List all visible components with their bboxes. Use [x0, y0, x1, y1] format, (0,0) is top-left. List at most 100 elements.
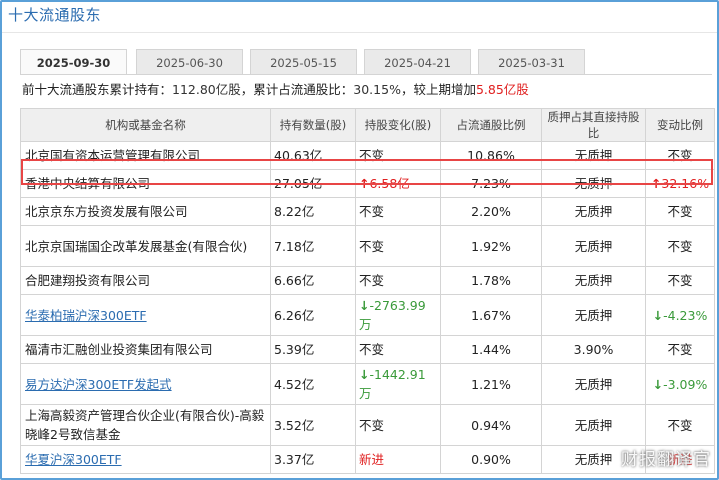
holding-amount: 7.18亿	[274, 238, 315, 254]
cell-pledge: 无质押	[541, 363, 646, 405]
cell-holder-name: 华夏沪深300ETF	[20, 445, 271, 474]
summary-ratio: 30.15%	[353, 82, 401, 97]
table-row: 北京国有资本运营管理有限公司 40.63亿 不变 10.86% 无质押 不变	[20, 141, 715, 170]
top-shareholders-panel: 十大流通股东 2025-09-30 2025-06-30 2025-05-15 …	[0, 0, 719, 480]
cell-float-ratio: 10.86%	[440, 141, 542, 170]
holding-amount: 6.66亿	[274, 273, 315, 288]
tab-period-1[interactable]: 2025-09-30	[20, 49, 127, 75]
pledge-ratio: 无质押	[574, 204, 613, 219]
arrow-up-icon: ↑	[650, 176, 662, 191]
cell-pledge: 无质押	[541, 141, 646, 170]
holding-change: 不变	[359, 273, 385, 288]
cell-holder-name: 北京国有资本运营管理有限公司	[20, 141, 271, 170]
holder-name: 北京京东方投资发展有限公司	[25, 204, 188, 219]
cell-holder-name: 易方达沪深300ETF发起式	[20, 363, 271, 405]
change-pct: 不变	[667, 417, 693, 433]
tab-period-4[interactable]: 2025-04-21	[364, 49, 471, 75]
holder-name: 福清市汇融创业投资集团有限公司	[25, 342, 213, 357]
holding-amount: 3.37亿	[274, 452, 315, 467]
period-tabs: 2025-09-30 2025-06-30 2025-05-15 2025-04…	[20, 49, 700, 75]
cell-float-ratio: 1.67%	[440, 294, 542, 336]
cell-float-ratio: 0.90%	[440, 445, 542, 474]
table-row: 华夏沪深300ETF 3.37亿 新进 0.90% 无质押 新进	[20, 445, 715, 474]
pledge-ratio: 无质押	[574, 273, 613, 288]
cell-holder-name: 北京京东方投资发展有限公司	[20, 197, 271, 226]
cell-float-ratio: 7.23%	[440, 169, 542, 198]
holder-name: 香港中央结算有限公司	[25, 176, 151, 191]
holding-change: 新进	[359, 452, 385, 467]
change-pct: 不变	[667, 238, 693, 254]
holding-amount: 6.26亿	[274, 307, 315, 323]
header-amount: 持有数量(股)	[270, 108, 356, 142]
table-header-row: 机构或基金名称 持有数量(股) 持股变化(股) 占流通股比例 质押占其直接持股比…	[20, 108, 715, 142]
cell-amount: 8.22亿	[270, 197, 356, 226]
arrow-down-icon: ↓	[359, 298, 370, 313]
title-divider	[2, 32, 717, 33]
change-pct: 不变	[667, 273, 693, 288]
holding-amount: 4.52亿	[274, 376, 315, 392]
float-ratio: 0.94%	[471, 417, 511, 433]
header-change-pct: 变动比例	[645, 108, 715, 142]
cell-holder-name: 北京京国瑞国企改革发展基金(有限合伙)	[20, 225, 271, 267]
tab-period-3[interactable]: 2025-05-15	[250, 49, 357, 75]
holding-amount: 5.39亿	[274, 342, 315, 357]
cell-change-pct: 不变	[645, 141, 715, 170]
cell-amount: 6.66亿	[270, 266, 356, 295]
cell-amount: 3.52亿	[270, 404, 356, 446]
change-pct: 32.16%	[661, 176, 710, 191]
summary-mid: ，累计占流通股比：	[240, 82, 354, 97]
cell-change-pct: ↓-3.09%	[645, 363, 715, 405]
tab-period-5[interactable]: 2025-03-31	[478, 49, 585, 75]
cell-change: 不变	[355, 404, 441, 446]
table-row: 上海高毅资产管理合伙企业(有限合伙)-高毅晓峰2号致信基金 3.52亿 不变 0.94…	[20, 404, 715, 446]
float-ratio: 10.86%	[467, 148, 515, 163]
cell-change: 不变	[355, 197, 441, 226]
holding-change: 6.58亿	[369, 176, 410, 191]
summary-prefix: 前十大流通股东累计持有：	[22, 82, 173, 97]
holding-amount: 8.22亿	[274, 204, 315, 219]
panel-title: 十大流通股东	[8, 6, 102, 24]
change-pct: -3.09%	[663, 376, 708, 392]
float-ratio: 1.44%	[471, 342, 511, 357]
holding-change: -1442.91万	[359, 367, 426, 401]
header-name: 机构或基金名称	[20, 108, 271, 142]
fund-link[interactable]: 易方达沪深300ETF发起式	[25, 377, 172, 392]
cell-change: 不变	[355, 141, 441, 170]
cell-pledge: 3.90%	[541, 335, 646, 364]
table-row: 福清市汇融创业投资集团有限公司 5.39亿 不变 1.44% 3.90% 不变	[20, 335, 715, 364]
holding-change: 不变	[359, 342, 385, 357]
pledge-ratio: 无质押	[574, 376, 613, 392]
fund-link[interactable]: 华夏沪深300ETF	[25, 452, 122, 467]
cell-change: 不变	[355, 335, 441, 364]
cell-amount: 5.39亿	[270, 335, 356, 364]
change-pct: -4.23%	[663, 307, 708, 323]
arrow-down-icon: ↓	[652, 307, 664, 323]
summary-text: 前十大流通股东累计持有：112.80亿股，累计占流通股比：30.15%，较上期增…	[22, 79, 529, 98]
holding-change: 不变	[359, 417, 385, 433]
cell-float-ratio: 1.92%	[440, 225, 542, 267]
change-pct: 不变	[667, 342, 693, 357]
holding-change: 不变	[359, 238, 385, 254]
summary-total: 112.80亿股	[172, 82, 241, 97]
watermark-text: 财报翻译官	[621, 450, 711, 470]
cell-holder-name: 香港中央结算有限公司	[20, 169, 271, 198]
fund-link[interactable]: 华泰柏瑞沪深300ETF	[25, 308, 147, 323]
float-ratio: 1.78%	[471, 273, 511, 288]
pledge-ratio: 无质押	[574, 148, 613, 163]
float-ratio: 1.67%	[471, 307, 511, 323]
cell-change: 不变	[355, 266, 441, 295]
cell-change: ↑6.58亿	[355, 169, 441, 198]
tab-period-2[interactable]: 2025-06-30	[136, 49, 243, 75]
table-row: 北京京国瑞国企改革发展基金(有限合伙) 7.18亿 不变 1.92% 无质押 不变	[20, 225, 715, 267]
cell-pledge: 无质押	[541, 197, 646, 226]
pledge-ratio: 无质押	[574, 417, 613, 433]
table-row: 北京京东方投资发展有限公司 8.22亿 不变 2.20% 无质押 不变	[20, 197, 715, 226]
cell-float-ratio: 0.94%	[440, 404, 542, 446]
arrow-down-icon: ↓	[359, 367, 370, 382]
change-pct: 不变	[667, 204, 693, 219]
pledge-ratio: 无质押	[574, 176, 613, 191]
cell-holder-name: 福清市汇融创业投资集团有限公司	[20, 335, 271, 364]
holder-name: 上海高毅资产管理合伙企业(有限合伙)-高毅晓峰2号致信基金	[25, 408, 265, 442]
float-ratio: 0.90%	[471, 452, 511, 467]
table-row: 华泰柏瑞沪深300ETF 6.26亿 ↓-2763.99万 1.67% 无质押 ↓-4.2…	[20, 294, 715, 336]
